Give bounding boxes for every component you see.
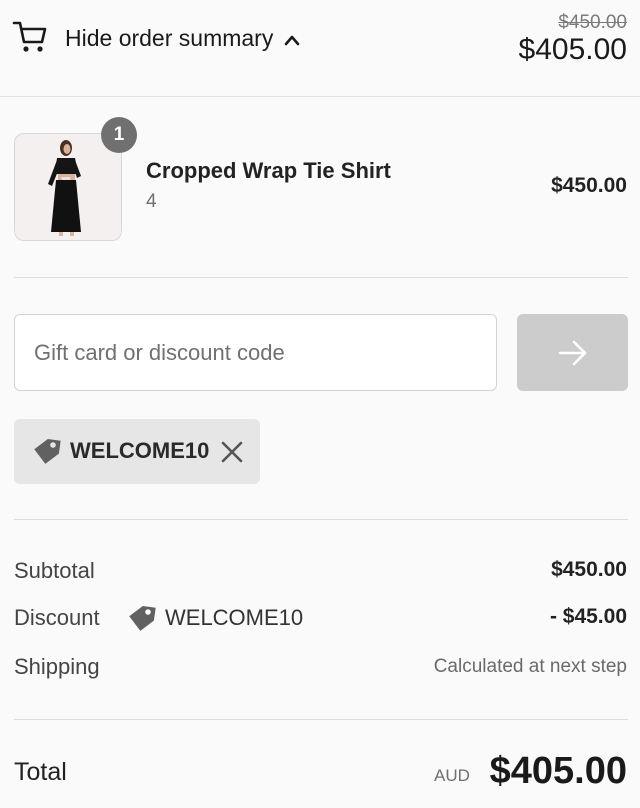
product-name: Cropped Wrap Tie Shirt bbox=[146, 158, 391, 183]
applied-discount-chip: WELCOME10 bbox=[14, 419, 260, 484]
divider bbox=[14, 519, 628, 520]
original-total: $450.00 bbox=[558, 12, 627, 33]
divider bbox=[14, 719, 628, 720]
shipping-value: Calculated at next step bbox=[433, 656, 627, 677]
product-variant: 4 bbox=[146, 191, 157, 212]
quantity-badge: 1 bbox=[101, 117, 137, 153]
product-price: $450.00 bbox=[551, 174, 627, 197]
tag-icon bbox=[34, 438, 61, 464]
chevron-up-icon[interactable] bbox=[284, 34, 300, 46]
header-total: $405.00 bbox=[518, 33, 627, 66]
cart-icon[interactable] bbox=[12, 20, 48, 54]
order-summary-header: Hide order summary $450.00 $405.00 bbox=[0, 0, 640, 97]
close-icon[interactable] bbox=[219, 439, 245, 465]
total-label: Total bbox=[14, 758, 67, 786]
applied-discount-code: WELCOME10 bbox=[70, 438, 210, 463]
subtotal-label: Subtotal bbox=[14, 558, 95, 583]
grand-total: $405.00 bbox=[489, 750, 627, 792]
discount-value: - $45.00 bbox=[549, 605, 627, 628]
subtotal-value: $450.00 bbox=[551, 558, 627, 581]
apply-discount-button[interactable] bbox=[517, 314, 628, 391]
discount-code: WELCOME10 bbox=[165, 605, 304, 630]
product-image bbox=[14, 133, 122, 241]
discount-label: Discount bbox=[14, 605, 100, 630]
discount-code-input[interactable] bbox=[14, 314, 497, 391]
currency-code: AUD bbox=[434, 766, 470, 785]
arrow-right-icon bbox=[558, 340, 586, 365]
divider bbox=[14, 277, 628, 278]
shipping-label: Shipping bbox=[14, 654, 100, 679]
tag-icon bbox=[129, 605, 156, 631]
toggle-order-summary-button[interactable]: Hide order summary bbox=[65, 25, 273, 52]
